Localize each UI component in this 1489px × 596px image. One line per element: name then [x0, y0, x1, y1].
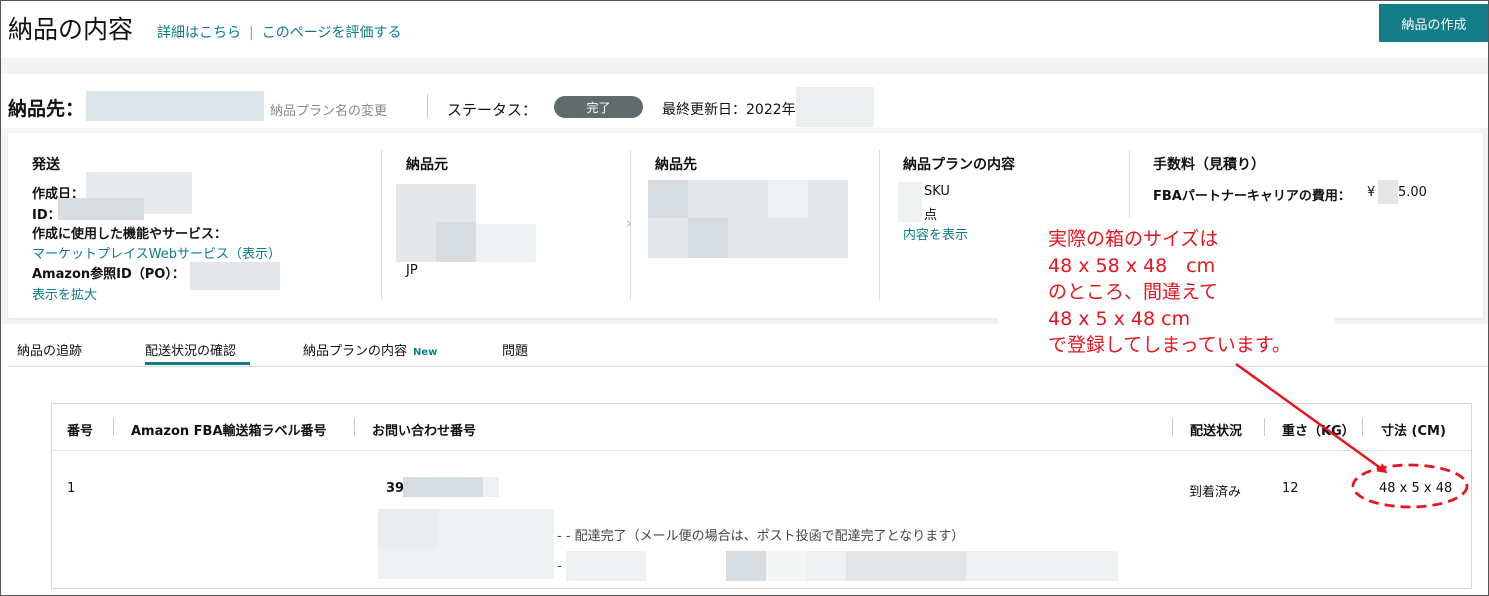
- tab-baseline: [8, 366, 1489, 367]
- column-header-status: 配送状況: [1190, 424, 1243, 439]
- shipping-title: 発送: [32, 157, 60, 173]
- redacted-id: [58, 198, 144, 220]
- redacted-event-detail: [726, 551, 766, 581]
- column-divider: [381, 150, 382, 300]
- create-shipment-button[interactable]: 納品の作成: [1379, 4, 1489, 42]
- redacted-fee-value: [1378, 180, 1398, 204]
- id-label: ID：: [32, 208, 61, 223]
- status-label: ステータス：: [447, 101, 538, 119]
- header-band: [0, 58, 1489, 74]
- redacted-tracking-number-tail: [483, 477, 499, 497]
- annotation-text: 実際の箱のサイズは 48 x 58 x 48 cm のところ、間違えて 48 x…: [1048, 228, 1291, 356]
- table-header-divider: [52, 450, 1471, 451]
- feature-label: 作成に使用した機能やサービス：: [32, 227, 228, 242]
- column-header-dimensions: 寸法 (CM): [1381, 424, 1446, 439]
- feature-link[interactable]: マーケットプレイスWebサービス（表示）: [32, 243, 281, 262]
- new-badge: New: [413, 347, 438, 358]
- tracking-number-prefix: 39: [386, 481, 405, 496]
- column-divider: [879, 150, 880, 300]
- redacted-destination-address-block: [688, 218, 728, 258]
- rename-plan-link[interactable]: 納品プラン名の変更: [270, 100, 387, 119]
- redacted-event-detail: [806, 551, 846, 581]
- rate-page-link[interactable]: このページを評価する: [262, 25, 402, 41]
- plan-title: 納品プランの内容: [903, 157, 1015, 173]
- redacted-event-date-2: [378, 549, 554, 579]
- carrier-fee-prefix: ¥: [1367, 185, 1376, 200]
- redacted-plan-name: [86, 91, 264, 121]
- tab-issues[interactable]: 問題: [502, 340, 528, 359]
- redacted-event-detail: [566, 551, 646, 581]
- tab-shipment-tracking[interactable]: 納品の追跡: [17, 340, 82, 359]
- column-header-number: 番号: [67, 424, 94, 439]
- redacted-destination-address-block: [648, 180, 688, 218]
- redacted-origin-address-block: [476, 224, 536, 262]
- redacted-event-detail: [766, 551, 806, 581]
- row-weight: 12: [1282, 481, 1299, 496]
- redacted-date: [796, 87, 874, 127]
- event-second: -: [557, 559, 562, 574]
- column-separator: [113, 418, 114, 436]
- page-title: 納品の内容: [8, 15, 134, 44]
- sku-label: SKU: [924, 184, 950, 199]
- last-updated-label: 最終更新日：2022年: [662, 102, 796, 118]
- view-plan-contents-link[interactable]: 内容を表示: [903, 224, 968, 243]
- redacted-tracking-number: [403, 477, 483, 497]
- units-label: 点: [924, 208, 938, 223]
- destination-label: 納品先：: [8, 98, 85, 120]
- row-dimensions: 48 x 5 x 48: [1379, 481, 1453, 496]
- carrier-fee-label: FBAパートナーキャリアの費用：: [1153, 189, 1351, 204]
- tab-plan-contents[interactable]: 納品プランの内容 New: [303, 340, 437, 359]
- column-header-tracking: お問い合わせ番号: [372, 424, 477, 439]
- origin-country: JP: [406, 263, 418, 278]
- tab-plan-contents-label: 納品プランの内容: [303, 344, 408, 359]
- row-status: 到着済み: [1189, 485, 1242, 500]
- column-header-box-label: Amazon FBA輸送箱ラベル番号: [131, 424, 327, 439]
- tab-delivery-status[interactable]: 配送状況の確認: [145, 340, 236, 359]
- header-link-separator: |: [249, 25, 254, 41]
- chevron-right-icon: ›: [626, 214, 632, 232]
- details-link[interactable]: 詳細はこちら: [157, 25, 241, 41]
- header-links: 詳細はこちら | このページを評価する: [157, 22, 401, 42]
- active-tab-indicator: [145, 362, 250, 365]
- redacted-destination-address-block: [768, 180, 808, 218]
- expand-link[interactable]: 表示を拡大: [32, 284, 97, 303]
- redacted-sku-count: [898, 182, 922, 222]
- divider: [427, 94, 428, 118]
- redacted-origin-address-block: [436, 222, 476, 262]
- column-separator: [1172, 418, 1173, 436]
- po-label: Amazon参照ID（PO）：: [32, 267, 185, 282]
- column-separator: [354, 418, 355, 436]
- row-number: 1: [67, 481, 76, 496]
- column-header-weight: 重さ（KG）: [1282, 424, 1355, 439]
- destination-column-title: 納品先: [655, 157, 697, 173]
- origin-title: 納品元: [406, 157, 448, 173]
- redacted-event-date-block: [378, 509, 438, 549]
- redacted-po: [190, 262, 280, 290]
- carrier-fee-suffix: 5.00: [1398, 185, 1427, 200]
- fees-title: 手数料（見積り）: [1153, 157, 1265, 173]
- event-delivered: - - 配達完了（メール便の場合は、ポスト投函で配達完了となります）: [557, 529, 965, 544]
- column-separator: [1264, 418, 1265, 436]
- status-badge: 完了: [554, 96, 643, 118]
- redacted-event-detail: [846, 551, 966, 581]
- column-separator: [1362, 418, 1363, 436]
- redacted-event-detail: [966, 551, 1118, 581]
